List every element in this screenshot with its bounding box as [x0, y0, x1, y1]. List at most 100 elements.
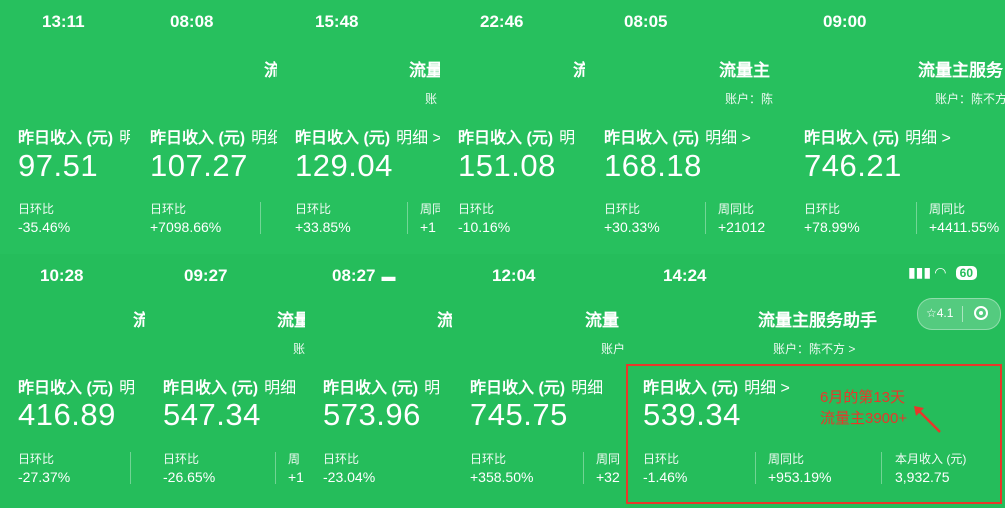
- income-label-text: 昨日收入 (元): [163, 380, 259, 397]
- day-ratio-value: +33.85%: [295, 219, 351, 235]
- yesterday-income-label: 昨日收入 (元) 明: [323, 374, 440, 398]
- status-time: 12:04: [492, 266, 536, 285]
- status-time: 15:48: [315, 12, 359, 31]
- status-time: 08:08: [170, 12, 214, 31]
- yesterday-income-label: 昨日收入 (元) 明细 >: [804, 124, 951, 148]
- yesterday-income-label: 昨日收入 (元)明: [458, 124, 575, 148]
- day-ratio-value: +7098.66%: [150, 219, 222, 235]
- yesterday-income-label: 昨日收入 (元) 明细: [150, 124, 277, 148]
- day-ratio-label: 日环比: [458, 202, 495, 216]
- rating-badge[interactable]: ☆4.1: [926, 306, 953, 320]
- day-ratio-label: 日环比: [163, 452, 200, 466]
- income-label-text: 昨日收入 (元): [295, 130, 391, 147]
- detail-link[interactable]: 明: [424, 380, 440, 397]
- yesterday-income-label: 昨日收入 (元) 明细: [163, 374, 296, 398]
- screenshot-panel-10: 12:04 流量 账户 昨日收入 (元) 明细 745.75 日环比 +358.5…: [452, 254, 626, 508]
- status-time: 22:46: [480, 12, 524, 31]
- detail-link[interactable]: 明细 >: [905, 130, 951, 147]
- bed-icon: ▬: [381, 268, 396, 284]
- account-name[interactable]: 账户：陈不方 >: [773, 340, 855, 357]
- detail-link[interactable]: 明细: [571, 380, 603, 397]
- income-amount: 416.89: [18, 397, 116, 432]
- day-ratio-value: -23.04%: [323, 469, 376, 485]
- income-amount: 97.51: [18, 148, 99, 183]
- stat-divider: [705, 202, 706, 234]
- account-name[interactable]: 账户：陈不方: [935, 90, 1005, 107]
- stat-divider: [130, 452, 131, 484]
- detail-link[interactable]: 明细 >: [705, 130, 751, 147]
- yesterday-income-label: 昨日收入 (元) 明细 >: [295, 124, 440, 148]
- screenshot-panel-8: 09:27 流量 账 昨日收入 (元) 明细 547.34 日环比 -26.65%…: [145, 254, 306, 508]
- page-title: 流: [264, 56, 277, 81]
- account-name[interactable]: 账: [425, 90, 437, 107]
- page-title: 流: [437, 311, 453, 330]
- day-ratio-label: 日环比: [470, 452, 507, 466]
- page-title: 流量: [409, 61, 441, 80]
- status-time: 08:05: [624, 12, 668, 31]
- close-target-icon[interactable]: [974, 306, 988, 320]
- day-ratio-value: +78.99%: [804, 219, 860, 235]
- page-title: 流量: [277, 311, 305, 330]
- week-ratio-label: 周同: [596, 452, 621, 466]
- screenshot-panel-2: 08:08 流 昨日收入 (元) 明细 107.27 日环比 +7098.66%: [130, 0, 278, 254]
- detail-link[interactable]: 明细: [264, 380, 296, 397]
- income-amount: 746.21: [804, 148, 902, 183]
- day-ratio-value: +30.33%: [604, 219, 660, 235]
- income-amount: 547.34: [163, 397, 261, 432]
- annotation-line-2: 流量主3900+: [820, 410, 908, 427]
- page-title: 流量主服务助手: [758, 311, 877, 330]
- week-ratio-value: +21012: [718, 219, 766, 235]
- income-label-text: 昨日收入 (元): [18, 380, 114, 397]
- status-time-group: 08:27 ▬: [332, 266, 395, 286]
- status-icons: ▮▮▮ ◠ 60: [908, 264, 977, 281]
- week-ratio-value: +4411.55%: [929, 219, 1000, 235]
- wifi-icon: ◠: [934, 264, 946, 280]
- day-ratio-label: 日环比: [804, 202, 841, 216]
- yesterday-income-label: 昨日收入 (元) 明细 >: [604, 124, 751, 148]
- yesterday-income-label: 昨日收入 (元) 明: [18, 374, 135, 398]
- detail-link[interactable]: 明: [559, 130, 575, 147]
- day-ratio-label: 日环比: [323, 452, 360, 466]
- mini-program-capsule[interactable]: ☆4.1: [917, 298, 1001, 330]
- status-time: 10:28: [40, 266, 84, 285]
- income-amount: 745.75: [470, 397, 568, 432]
- day-ratio-value: -35.46%: [18, 219, 71, 235]
- account-name[interactable]: 账户: [601, 340, 625, 357]
- income-label-text: 昨日收入 (元): [150, 130, 246, 147]
- day-ratio-label: 日环比: [18, 202, 55, 216]
- detail-link[interactable]: 明细: [251, 130, 277, 147]
- income-amount: 107.27: [150, 148, 248, 183]
- status-time: 09:00: [823, 12, 867, 31]
- week-ratio-label: 周: [288, 452, 301, 466]
- screenshot-row-1: 13:11 昨日收入 (元)明 97.51 日环比 -35.46% 08:08 …: [0, 0, 1005, 254]
- stat-divider: [916, 202, 917, 234]
- week-ratio-value: +1: [420, 219, 436, 235]
- income-label-text: 昨日收入 (元): [604, 130, 700, 147]
- yesterday-income-label: 昨日收入 (元)明: [18, 124, 130, 148]
- stat-divider: [275, 452, 276, 484]
- week-ratio-label: 周同: [420, 202, 440, 216]
- income-label-text: 昨日收入 (元): [323, 380, 419, 397]
- day-ratio-value: +358.50%: [470, 469, 534, 485]
- income-label-text: 昨日收入 (元): [470, 380, 566, 397]
- page-title: 流量: [585, 311, 619, 330]
- detail-link[interactable]: 明细 >: [396, 130, 440, 147]
- page-title: 流量主: [719, 61, 770, 80]
- screenshot-panel-3: 15:48 流量 账 昨日收入 (元) 明细 > 129.04 日环比 +33.8…: [277, 0, 441, 254]
- income-label-text: 昨日收入 (元): [18, 130, 114, 147]
- account-name[interactable]: 账户：陈: [725, 90, 773, 107]
- day-ratio-label: 日环比: [18, 452, 55, 466]
- account-name[interactable]: 账: [293, 340, 305, 357]
- detail-link[interactable]: 明: [119, 380, 135, 397]
- screenshot-panel-4: 22:46 流 昨日收入 (元)明 151.08 日环比 -10.16%: [440, 0, 586, 254]
- annotation-arrow-icon: [914, 406, 941, 433]
- stat-divider: [260, 202, 261, 234]
- day-ratio-value: -27.37%: [18, 469, 71, 485]
- screenshot-row-2: 10:28 流 昨日收入 (元) 明 416.89 日环比 -27.37% 09:…: [0, 254, 1005, 508]
- day-ratio-label: 日环比: [604, 202, 641, 216]
- income-amount: 573.96: [323, 397, 421, 432]
- signal-icon: ▮▮▮: [907, 264, 932, 280]
- screenshot-panel-5: 08:05 流量主 账户：陈 昨日收入 (元) 明细 > 168.18 日环比 +…: [585, 0, 786, 254]
- status-time: 09:27: [184, 266, 228, 285]
- income-amount: 151.08: [458, 148, 556, 183]
